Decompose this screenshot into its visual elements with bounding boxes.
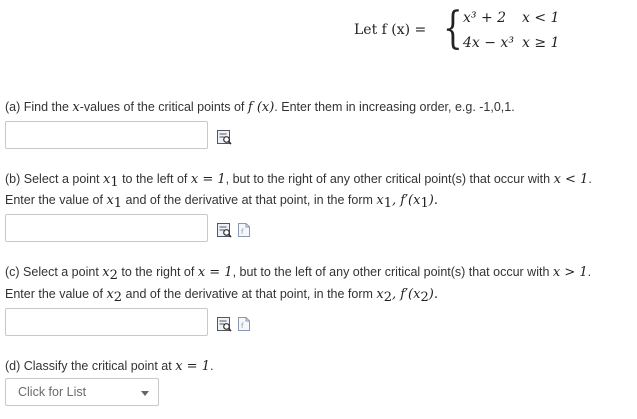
classification-dropdown[interactable]: Click for List [5, 378, 159, 406]
case1-expression: x³ + 2 [463, 10, 507, 26]
preview-icon[interactable] [216, 129, 232, 145]
part-c-question-line2: Enter the value of x2 and of the derivat… [5, 287, 438, 305]
part-d-question: (d) Classify the critical point at x = 1… [5, 359, 214, 374]
case1-condition: x < 1 [522, 10, 560, 26]
help-icon[interactable]: f [236, 316, 252, 332]
part-c-answer-input[interactable] [5, 308, 208, 336]
part-b-question-line2: Enter the value of x1 and of the derivat… [5, 193, 438, 211]
brace: { [443, 3, 463, 54]
part-a-question: (a) Find the x-values of the critical po… [5, 100, 515, 115]
help-icon[interactable]: f [236, 222, 252, 238]
part-b-answer-input[interactable] [5, 214, 208, 242]
case2-expression: 4x − x³ [463, 35, 514, 51]
part-a-answer-input[interactable] [5, 121, 208, 149]
function-lead: Let f (x) = [354, 22, 427, 38]
part-b-question-line1: (b) Select a point x1 to the left of x =… [5, 172, 592, 190]
preview-icon[interactable] [216, 316, 232, 332]
chevron-down-icon [141, 391, 149, 396]
preview-icon[interactable] [216, 222, 232, 238]
case2-condition: x ≥ 1 [522, 35, 560, 51]
part-c-question-line1: (c) Select a point x2 to the right of x … [5, 265, 592, 283]
dropdown-placeholder: Click for List [18, 385, 87, 399]
